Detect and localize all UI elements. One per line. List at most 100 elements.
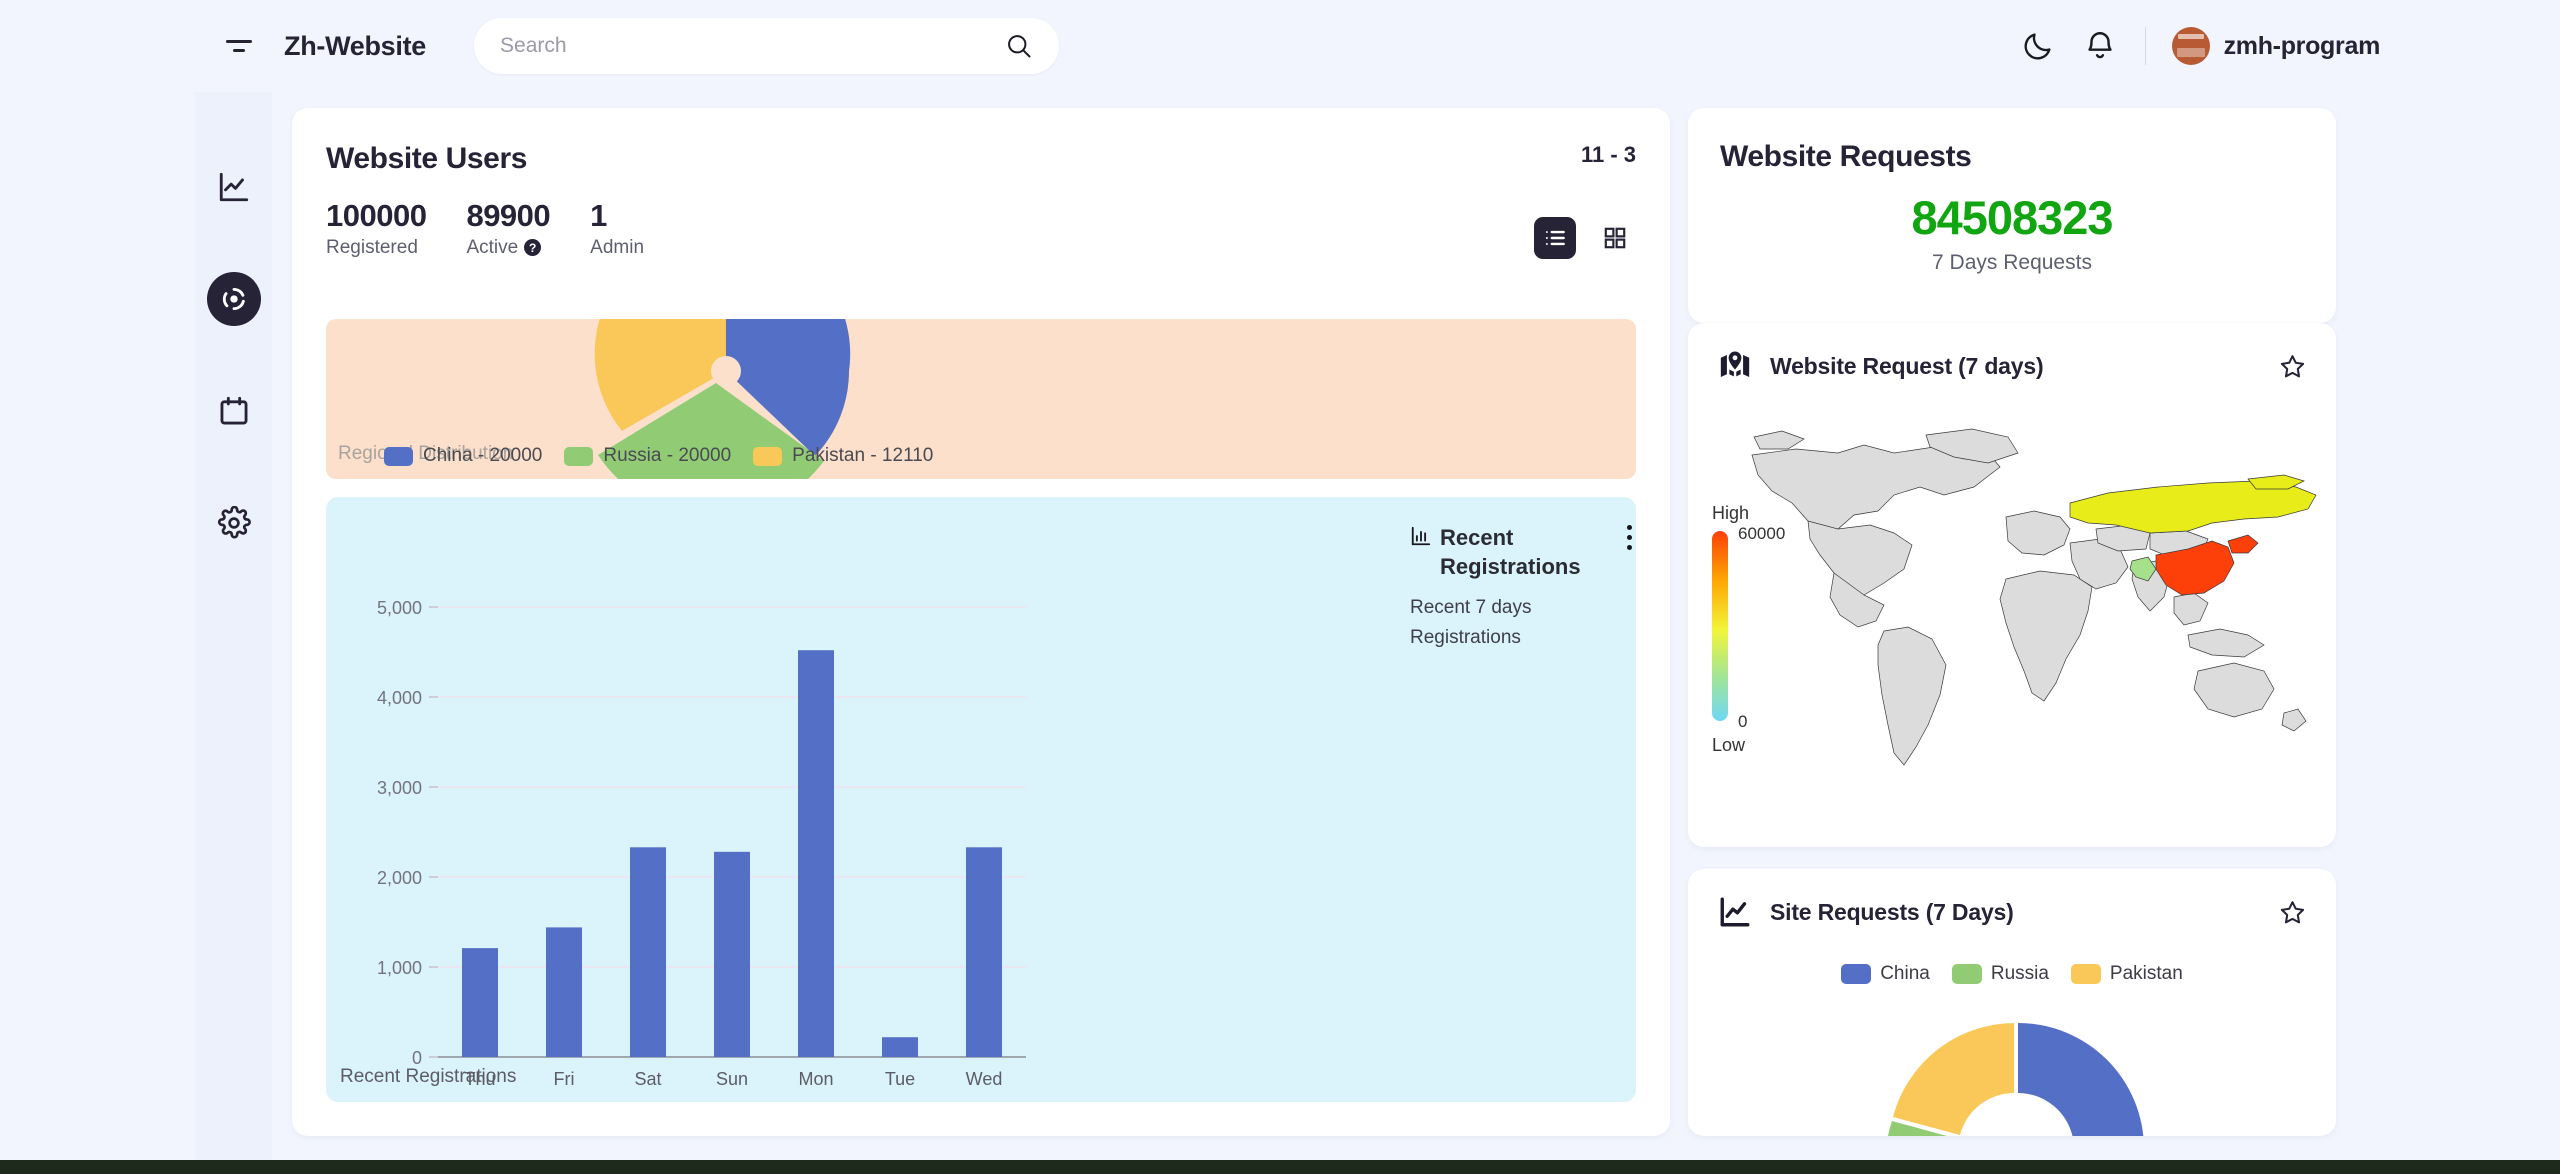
list-view-toggle[interactable] [1534,217,1576,259]
site-requests-title: Site Requests (7 Days) [1770,899,2014,926]
map-pin-icon [1718,349,1752,383]
pie-slice-china[interactable] [726,319,850,371]
map-region-new-zealand[interactable] [2282,709,2306,731]
bar-sun[interactable] [714,852,750,1057]
site-legend-item-russia[interactable]: Russia [1952,963,2049,985]
y-axis-tick-label: 3,000 [377,778,422,798]
website-requests-label: 7 Days Requests [1720,251,2304,275]
date-range-label: 11 - 3 [1581,142,1636,168]
view-toggle-group [1534,217,1636,259]
sidebar-item-calendar[interactable] [207,384,261,438]
x-axis-tick-label: Tue [885,1069,915,1089]
map-region-sea[interactable] [2174,593,2208,625]
bar-chart-canvas: 01,0002,0003,0004,0005,000ThuFriSatSunMo… [326,497,1126,1102]
star-icon[interactable] [2279,899,2306,926]
map-region-africa[interactable] [2000,571,2092,701]
site-legend-swatch-china [1841,964,1871,984]
list-view-icon [1542,225,1568,251]
stat-registered: 100000 Registered [326,198,426,259]
bell-icon[interactable] [2083,29,2117,63]
sidebar-item-analytics[interactable] [207,160,261,214]
y-axis-tick-label: 0 [412,1048,422,1068]
kebab-menu-icon[interactable] [1627,525,1632,550]
hamburger-icon[interactable] [222,29,256,63]
pie-legend: China - 20000 Russia - 20000 Pakistan - … [384,445,933,467]
site-legend-item-china[interactable]: China [1841,963,1930,985]
map-region-south-america[interactable] [1878,627,1946,765]
legend-item-russia[interactable]: Russia - 20000 [564,445,731,467]
star-icon[interactable] [2279,353,2306,380]
legend-item-pakistan[interactable]: Pakistan - 12110 [753,445,933,467]
gauge-slice-china[interactable] [2018,1023,2144,1136]
username-label[interactable]: zmh-program [2224,32,2380,61]
grid-view-toggle[interactable] [1594,217,1636,259]
colorbar-high-label: High [1712,503,1749,523]
grid-view-icon [1602,225,1628,251]
bar-chart-axis-name: Recent Registrations [340,1066,516,1088]
bar-chart-icon [1410,525,1432,547]
legend-swatch-china [384,447,413,466]
calendar-icon [217,394,251,428]
regional-distribution-chart[interactable]: Russia - 20000 Regional Distribution Chi… [326,319,1636,479]
map-region-indonesia[interactable] [2188,629,2264,657]
site-requests-gauge-chart[interactable] [1688,995,2336,1136]
bar-thu[interactable] [462,948,498,1057]
help-icon[interactable]: ? [524,239,541,256]
stat-active: 89900 Active ? [466,198,550,259]
site-requests-card: Site Requests (7 Days) China Russia Paki… [1688,869,2336,1136]
sidebar-item-settings[interactable] [207,496,261,550]
bar-tue[interactable] [882,1037,918,1057]
bar-chart-title: Recent Registrations [1440,523,1610,581]
website-users-card: Website Users 11 - 3 100000 Registered 8… [292,108,1670,1136]
search-icon[interactable] [1005,32,1033,60]
legend-label-russia: Russia - 20000 [603,445,731,467]
y-axis-tick-label: 1,000 [377,958,422,978]
stat-admin-value: 1 [590,198,644,235]
bar-sat[interactable] [630,847,666,1057]
search-bar[interactable] [474,18,1059,74]
bar-fri[interactable] [546,927,582,1057]
map-region-australia[interactable] [2194,663,2274,717]
y-axis-tick-label: 4,000 [377,688,422,708]
avatar[interactable] [2172,27,2210,65]
site-legend-label-china: China [1880,963,1930,985]
bar-chart-subtitle2: Registrations [1410,625,1610,651]
stat-active-value: 89900 [466,198,550,235]
bar-mon[interactable] [798,650,834,1057]
world-map-chart[interactable]: High Low 60000 0 [1688,383,2336,823]
site-legend-item-pakistan[interactable]: Pakistan [2071,963,2183,985]
brand-title: Zh-Website [284,31,426,62]
website-requests-title: Website Requests [1720,140,2304,174]
sidebar-item-dashboard[interactable] [207,272,261,326]
colorbar-min-label: 0 [1738,712,1747,731]
stat-registered-value: 100000 [326,198,426,235]
legend-swatch-pakistan [753,447,782,466]
x-axis-tick-label: Mon [798,1069,833,1089]
bar-wed[interactable] [966,847,1002,1057]
stat-registered-label: Registered [326,237,426,259]
map-region-usa[interactable] [1808,521,1912,595]
pie-center-hole [711,356,741,386]
site-requests-header: Site Requests (7 Days) [1688,869,2336,929]
bottom-strip [0,1160,2560,1174]
map-region-europe[interactable] [2006,511,2070,555]
toolbar-divider [2145,27,2146,65]
bar-chart-header: Recent Registrations Recent 7 days Regis… [1410,523,1610,652]
site-legend-swatch-pakistan [2071,964,2101,984]
map-colorbar [1712,531,1728,721]
legend-item-china[interactable]: China - 20000 [384,445,542,467]
recent-registrations-chart[interactable]: 01,0002,0003,0004,0005,000ThuFriSatSunMo… [326,497,1636,1102]
map-region-alaska[interactable] [1754,431,1804,449]
colorbar-max-label: 60000 [1738,524,1785,543]
line-chart-icon [217,170,251,204]
user-stats-row: 100000 Registered 89900 Active ? 1 Admin [292,176,1670,259]
stat-active-label: Active ? [466,237,550,259]
stat-admin: 1 Admin [590,198,644,259]
gauge-slice-pakistan[interactable] [1893,1023,2014,1135]
search-input[interactable] [500,34,1005,58]
colorbar-low-label: Low [1712,735,1746,755]
moon-icon[interactable] [2021,29,2055,63]
line-chart-icon [1718,895,1752,929]
website-users-header: Website Users 11 - 3 [292,108,1670,176]
stat-registered-label-text: Registered [326,237,418,259]
